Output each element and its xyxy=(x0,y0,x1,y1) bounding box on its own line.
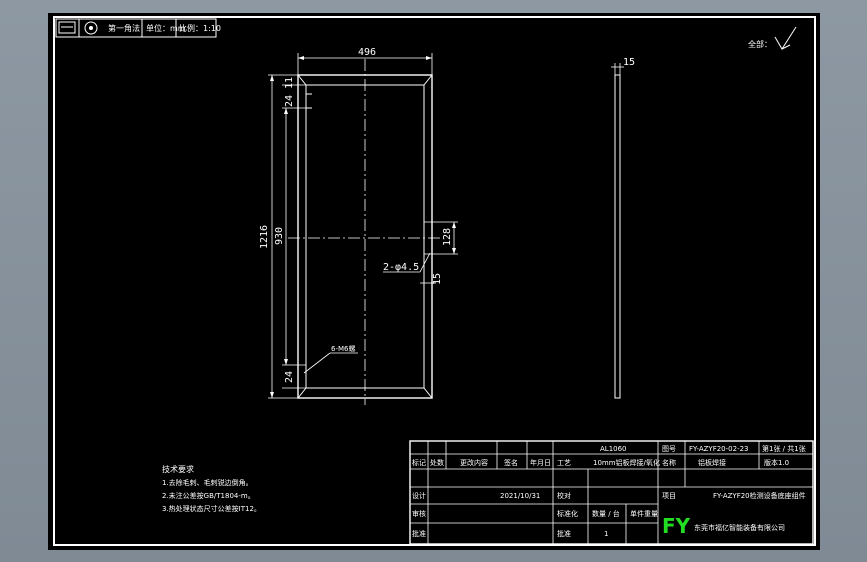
drawing-sheet: 第一角法 单位：mm 比例：1:10 全部： 496 1216 930 11 2… xyxy=(48,13,820,550)
thread-callout: 6-M6螺 xyxy=(303,344,358,374)
dim-top-offset-a: 11 xyxy=(284,77,295,89)
scale-label: 比例：1:10 xyxy=(179,23,221,33)
side-thickness-value: 15 xyxy=(623,57,635,68)
tb-company: 东莞市福亿智能装备有限公司 xyxy=(694,523,785,532)
tb-header-change: 更改内容 xyxy=(460,458,488,467)
hole-dims: 128 15 2-φ4.5 xyxy=(383,221,458,288)
dim-width-value: 496 xyxy=(358,47,376,58)
tb-finish: 10mm铝板焊接/氧化 xyxy=(593,458,660,467)
roughness-check-icon xyxy=(774,26,797,50)
hole-spacing-value: 128 xyxy=(442,228,453,246)
tech-title: 技术要求 xyxy=(162,464,194,474)
tech-item-3: 3.热处理状态尺寸公差按IT12。 xyxy=(162,504,261,513)
hole-label: 2-φ4.5 xyxy=(383,262,419,273)
tech-item-2: 2.未注公差按GB/T1804-m。 xyxy=(162,491,255,500)
tb-qty-label: 数量 / 台 xyxy=(592,509,620,518)
hole-offset-value: 15 xyxy=(432,273,443,285)
tb-project-value: FY-AZYF20检测设备底座组件 xyxy=(713,491,806,500)
tb-part-value: 铝板焊接 xyxy=(698,458,726,467)
front-view xyxy=(288,59,442,405)
thread-label: 6-M6螺 xyxy=(331,344,355,353)
title-block-text: AL1060 图号 FY-AZYF20-02-23 第1张 / 共1张 标记 处… xyxy=(412,444,806,538)
cad-drawing: 第一角法 单位：mm 比例：1:10 全部： 496 1216 930 11 2… xyxy=(53,16,816,546)
header-strip: 第一角法 单位：mm 比例：1:10 xyxy=(55,18,221,38)
tech-item-1: 1.去除毛刺、毛刺锐边倒角。 xyxy=(162,478,253,487)
tb-approve-label: 批准 xyxy=(412,529,426,538)
tb-header-mark: 标记 xyxy=(412,458,426,467)
dim-top-offset-b: 24 xyxy=(284,95,295,107)
tb-weight-label: 单件重量 xyxy=(630,509,658,518)
projection-label: 第一角法 xyxy=(108,23,140,33)
tb-standard-label: 标准化 xyxy=(557,509,578,518)
dim-heights: 1216 930 11 24 24 xyxy=(259,74,306,399)
dim-bottom-offset: 24 xyxy=(284,371,295,383)
roughness-label: 全部： xyxy=(748,39,772,49)
tb-part-label: 名称 xyxy=(662,458,676,467)
side-view: 15 xyxy=(611,57,635,399)
dim-inner-height: 930 xyxy=(274,227,285,245)
tb-header-count: 处数 xyxy=(430,458,444,467)
tb-process-label: 工艺 xyxy=(557,459,571,467)
tb-version: 版本1.0 xyxy=(764,458,789,467)
tb-project-label: 项目 xyxy=(662,492,676,500)
tb-design-label: 设计 xyxy=(412,491,426,500)
tb-drawing-no: FY-AZYF20-02-23 xyxy=(689,445,749,453)
company-logo: FY xyxy=(662,514,691,538)
tech-requirements: 技术要求 1.去除毛刺、毛刺锐边倒角。 2.未注公差按GB/T1804-m。 3… xyxy=(162,464,261,513)
tb-drawing-no-label: 图号 xyxy=(662,445,676,453)
tb-review-label: 审核 xyxy=(412,509,426,518)
tb-date: 2021/10/31 xyxy=(500,492,540,500)
tb-header-date: 年月日 xyxy=(530,458,551,467)
tb-sheet: 第1张 / 共1张 xyxy=(762,444,806,453)
dim-overall-height: 1216 xyxy=(259,225,270,249)
tb-approve-2-label: 批准 xyxy=(557,529,571,538)
tb-qty-value: 1 xyxy=(604,530,608,538)
tb-header-sign: 签名 xyxy=(504,458,518,467)
tb-material: AL1060 xyxy=(600,445,627,453)
tb-check-label: 校对 xyxy=(557,491,571,500)
